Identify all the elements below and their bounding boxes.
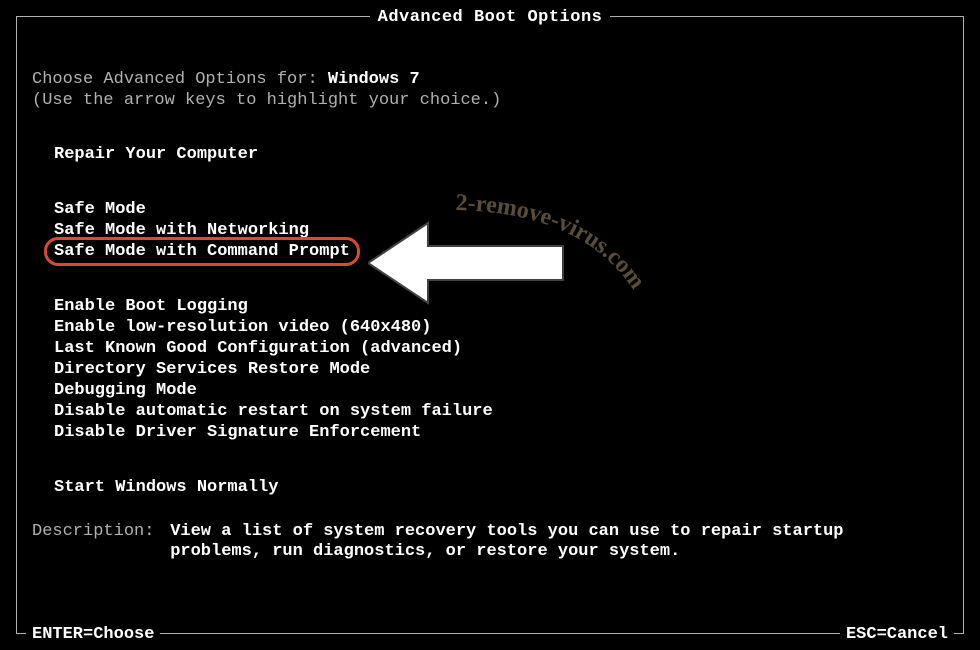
menu-item-disable-auto-restart[interactable]: Disable automatic restart on system fail… — [54, 401, 948, 422]
menu-item-start-normally[interactable]: Start Windows Normally — [54, 477, 948, 498]
boot-menu: Repair Your Computer Safe Mode Safe Mode… — [32, 144, 948, 498]
page-title: Advanced Boot Options — [0, 8, 980, 27]
footer-hint-enter: ENTER=Choose — [26, 625, 160, 644]
menu-item-repair[interactable]: Repair Your Computer — [54, 144, 948, 165]
menu-item-last-known-good[interactable]: Last Known Good Configuration (advanced) — [54, 338, 948, 359]
arrow-key-hint: (Use the arrow keys to highlight your ch… — [32, 91, 948, 110]
content-area: Choose Advanced Options for: Windows 7 (… — [32, 70, 948, 498]
subtitle: Choose Advanced Options for: Windows 7 — [32, 70, 948, 89]
menu-item-ds-restore[interactable]: Directory Services Restore Mode — [54, 359, 948, 380]
menu-item-boot-logging[interactable]: Enable Boot Logging — [54, 296, 948, 317]
menu-item-debugging[interactable]: Debugging Mode — [54, 380, 948, 401]
subtitle-prefix: Choose Advanced Options for: — [32, 70, 328, 89]
menu-item-lowres-video[interactable]: Enable low-resolution video (640x480) — [54, 317, 948, 338]
menu-item-safe-mode-networking[interactable]: Safe Mode with Networking — [54, 220, 948, 241]
os-name: Windows 7 — [328, 70, 420, 89]
footer-hint-esc: ESC=Cancel — [840, 625, 954, 644]
description-block: Description: View a list of system recov… — [32, 522, 948, 562]
page-title-text: Advanced Boot Options — [370, 8, 611, 27]
menu-item-safe-mode[interactable]: Safe Mode — [54, 199, 948, 220]
menu-item-disable-driver-sig[interactable]: Disable Driver Signature Enforcement — [54, 422, 948, 443]
description-text: View a list of system recovery tools you… — [170, 522, 910, 562]
description-label: Description: — [32, 522, 160, 541]
highlighted-menu-item[interactable]: Safe Mode with Command Prompt — [54, 241, 350, 262]
menu-item-safe-mode-cmd[interactable]: Safe Mode with Command Prompt — [54, 241, 350, 262]
